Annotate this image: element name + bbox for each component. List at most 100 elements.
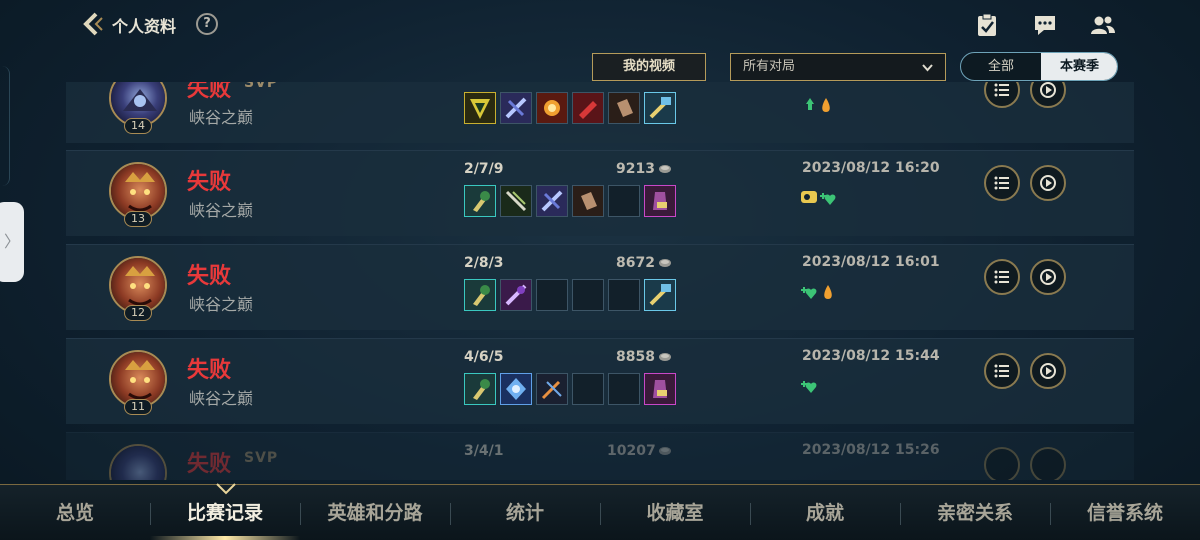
friends-icon[interactable] <box>1090 12 1116 38</box>
match-result: 失败 <box>187 452 232 477</box>
item-slot <box>464 185 496 217</box>
match-row[interactable]: 14 失败 SVP 峡谷之巅 <box>66 82 1134 143</box>
match-tags <box>802 94 842 114</box>
tab-credit-system[interactable]: 信誉系统 <box>1050 485 1200 540</box>
item-slot <box>464 373 496 405</box>
item-slot <box>500 185 532 217</box>
match-tags <box>800 187 840 207</box>
match-replay-button[interactable] <box>1030 259 1066 295</box>
tab-match-history[interactable]: 比赛记录 <box>150 485 300 540</box>
replay-icon <box>1040 269 1056 285</box>
coin-icon <box>659 353 671 361</box>
match-date: 2023/08/12 16:01 <box>802 254 940 270</box>
game-mode: 峡谷之巅 <box>189 389 254 408</box>
match-date: 2023/08/12 15:26 <box>802 442 940 458</box>
flame-tag-icon <box>824 285 832 299</box>
match-replay-button[interactable] <box>1030 165 1066 201</box>
item-slot-empty <box>608 279 640 311</box>
side-drawer-handle[interactable]: 〉 <box>0 202 24 282</box>
tab-achievements[interactable]: 成就 <box>750 485 900 540</box>
item-slot <box>536 185 568 217</box>
message-icon[interactable] <box>1032 12 1058 38</box>
list-icon <box>994 176 1009 190</box>
season-toggle: 全部 本赛季 <box>960 52 1118 81</box>
item-slot <box>500 373 532 405</box>
team-tag-icon <box>801 191 817 203</box>
match-type-value: 所有对局 <box>743 59 796 74</box>
item-slot <box>644 373 676 405</box>
checklist-icon[interactable] <box>974 12 1000 38</box>
item-slot <box>536 92 568 124</box>
match-detail-button[interactable] <box>984 165 1020 201</box>
match-list[interactable]: 14 失败 SVP 峡谷之巅 13 失败 峡谷之巅 2/7/9 9213 202… <box>66 82 1136 480</box>
match-row[interactable]: 11 失败 峡谷之巅 4/6/5 8858 2023/08/12 15:44 <box>66 338 1134 424</box>
up-arrow-tag-icon <box>806 98 814 110</box>
tab-collection[interactable]: 收藏室 <box>600 485 750 540</box>
item-slot <box>608 92 640 124</box>
champion-level: 11 <box>124 399 152 415</box>
back-icon[interactable] <box>78 10 106 38</box>
item-slot-empty <box>572 279 604 311</box>
item-slot <box>644 279 676 311</box>
match-row[interactable]: 12 失败 峡谷之巅 2/8/3 8672 2023/08/12 16:01 <box>66 244 1134 330</box>
season-current-option[interactable]: 本赛季 <box>1041 53 1117 80</box>
svp-badge: SVP <box>244 82 279 91</box>
season-all-option[interactable]: 全部 <box>961 53 1041 80</box>
item-slot <box>572 185 604 217</box>
help-icon[interactable]: ? <box>196 13 218 35</box>
match-replay-button[interactable] <box>1030 353 1066 389</box>
champion-portrait <box>109 444 167 480</box>
item-slot <box>536 373 568 405</box>
champion-level: 14 <box>124 118 152 134</box>
match-replay-button[interactable] <box>1030 82 1066 108</box>
item-slot-empty <box>572 373 604 405</box>
match-result: 失败 <box>187 264 232 289</box>
match-result: 失败 <box>187 82 232 102</box>
gold-amount: 8858 <box>616 349 655 365</box>
list-icon <box>994 270 1009 284</box>
side-panel-edge <box>0 66 10 186</box>
coin-icon <box>659 259 671 267</box>
match-detail-button[interactable] <box>984 259 1020 295</box>
tab-heroes-lanes[interactable]: 英雄和分路 <box>300 485 450 540</box>
match-type-select[interactable]: 所有对局 <box>730 53 946 81</box>
coin-icon <box>659 165 671 173</box>
match-row[interactable]: 13 失败 峡谷之巅 2/7/9 9213 2023/08/12 16:20 <box>66 150 1134 236</box>
kda: 2/7/9 <box>464 161 504 177</box>
match-detail-button[interactable] <box>984 82 1020 108</box>
match-result: 失败 <box>187 170 232 195</box>
bottom-nav: 总览 比赛记录 英雄和分路 统计 收藏室 成就 亲密关系 信誉系统 <box>0 483 1200 540</box>
match-date: 2023/08/12 16:20 <box>802 160 940 176</box>
match-detail-button[interactable] <box>984 353 1020 389</box>
item-slot <box>464 279 496 311</box>
gold-amount: 10207 <box>607 443 656 459</box>
match-detail-button[interactable] <box>984 447 1020 480</box>
heal-tag-icon <box>820 193 836 205</box>
tab-relationships[interactable]: 亲密关系 <box>900 485 1050 540</box>
tab-statistics[interactable]: 统计 <box>450 485 600 540</box>
coin-icon <box>659 447 671 455</box>
item-slot <box>644 185 676 217</box>
item-slot-empty <box>608 373 640 405</box>
tab-overview[interactable]: 总览 <box>0 485 150 540</box>
item-slot-empty <box>536 279 568 311</box>
active-tab-underline <box>150 536 300 540</box>
item-slot <box>644 92 676 124</box>
list-icon <box>994 364 1009 378</box>
item-slot <box>500 92 532 124</box>
list-icon <box>994 83 1009 97</box>
match-result: 失败 <box>187 358 232 383</box>
replay-icon <box>1040 175 1056 191</box>
match-row[interactable]: 失败 SVP 3/4/1 10207 2023/08/12 15:26 <box>66 432 1134 480</box>
match-tags <box>800 281 840 301</box>
chevron-down-icon <box>922 64 933 72</box>
my-videos-button[interactable]: 我的视频 <box>592 53 706 81</box>
svp-badge: SVP <box>244 450 279 466</box>
item-slot-empty <box>608 185 640 217</box>
champion-level: 13 <box>124 211 152 227</box>
gold-amount: 9213 <box>616 161 655 177</box>
page-title: 个人资料 <box>112 17 177 36</box>
heal-tag-icon <box>801 287 817 299</box>
item-slot <box>572 92 604 124</box>
match-replay-button[interactable] <box>1030 447 1066 480</box>
